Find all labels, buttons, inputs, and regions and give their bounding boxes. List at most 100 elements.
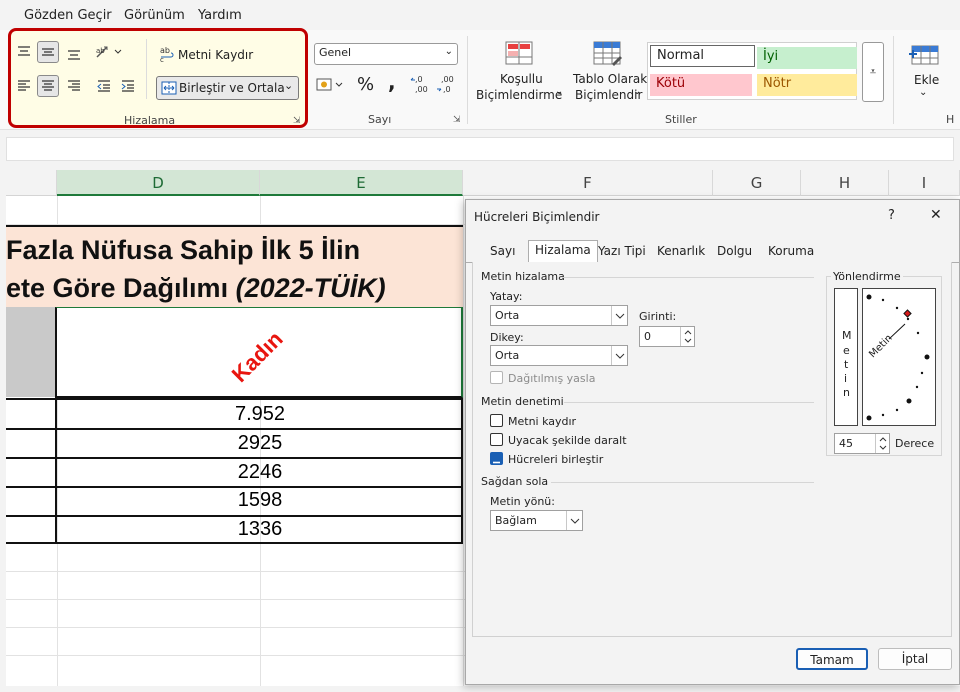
align-bottom-button[interactable] <box>63 43 85 65</box>
insert-button[interactable]: Ekle <box>914 73 939 87</box>
column-header-f[interactable]: F <box>463 170 713 196</box>
chevron-down-icon: ⌄ <box>555 86 564 97</box>
column-header-row: D E F G H I <box>6 170 960 196</box>
decrease-indent-button[interactable] <box>93 75 115 97</box>
shrink-to-fit-checkbox[interactable] <box>490 433 503 446</box>
table-title-cell[interactable]: Fazla Nüfusa Sahip İlk 5 İlin ete Göre D… <box>6 225 463 307</box>
close-icon[interactable]: ✕ <box>930 207 942 223</box>
column-header-e[interactable]: E <box>260 170 463 196</box>
distributed-checkbox[interactable] <box>490 371 503 384</box>
orientation-button[interactable]: ab <box>93 41 127 63</box>
indent-label: Girinti: <box>639 310 677 323</box>
decrease-decimal-button[interactable]: ,00,0 <box>436 74 458 94</box>
align-center-button[interactable] <box>37 75 59 97</box>
increase-indent-button[interactable] <box>117 75 139 97</box>
wrap-text-button[interactable]: Metni Kaydır <box>178 48 253 62</box>
dialog-launcher-icon[interactable]: ⇲ <box>293 116 303 126</box>
control-section-label: Metin denetimi <box>481 395 564 408</box>
conditional-formatting-label-1[interactable]: Koşullu <box>500 72 543 86</box>
header-kadin-text: Kadın <box>226 326 288 388</box>
table-row[interactable]: 1336 <box>57 518 463 541</box>
chevron-down-icon: ⌄ <box>444 46 453 57</box>
orientation-section-label: Yönlendirme <box>831 270 903 283</box>
more-icon: ⩡ <box>869 65 877 78</box>
accounting-format-button[interactable] <box>316 76 344 94</box>
table-row[interactable]: 7.952 <box>57 403 463 426</box>
style-good[interactable]: İyi <box>757 47 857 69</box>
column-header-c[interactable] <box>6 170 57 196</box>
ok-button[interactable]: Tamam <box>796 648 868 670</box>
formula-bar[interactable] <box>6 137 954 161</box>
chevron-down-icon: ⌄ <box>919 87 928 98</box>
column-header-i[interactable]: I <box>889 170 960 196</box>
merge-center-button[interactable]: Birleştir ve Ortala ⌄ <box>156 76 299 100</box>
indent-spinner[interactable]: 0 <box>639 326 695 347</box>
indent-value: 0 <box>644 330 651 343</box>
table-title-line2: ete Göre Dağılımı (2022-TÜİK) <box>6 273 386 304</box>
table-title-line1: Fazla Nüfusa Sahip İlk 5 İlin <box>6 235 361 265</box>
decrease-indent-icon <box>97 80 110 92</box>
conditional-formatting-label-2[interactable]: Biçimlendirme <box>476 88 562 102</box>
chevron-down-icon[interactable]: ⌄ <box>284 79 293 92</box>
tab-number[interactable]: Sayı <box>484 242 521 262</box>
cancel-button[interactable]: İptal <box>878 648 952 670</box>
style-neutral[interactable]: Nötr <box>757 74 857 96</box>
spinner-arrows-icon[interactable] <box>680 327 694 346</box>
table-row[interactable]: 2246 <box>57 461 463 484</box>
merge-cells-checkbox[interactable] <box>490 452 503 465</box>
comma-style-button[interactable]: , <box>388 70 396 94</box>
header-cell-kadin[interactable]: Kadın <box>55 307 463 398</box>
menu-review[interactable]: Gözden Geçir <box>24 8 112 23</box>
format-table-label-1[interactable]: Tablo Olarak <box>573 72 647 86</box>
header-cell-left[interactable] <box>6 307 57 397</box>
align-center-icon <box>42 80 54 91</box>
distributed-label: Dağıtılmış yasla <box>508 372 596 385</box>
cells-group-label: H <box>946 113 955 126</box>
style-normal[interactable]: Normal <box>650 45 755 67</box>
orientation-dial[interactable]: Metin <box>862 288 936 426</box>
horizontal-select[interactable]: Orta <box>490 305 628 326</box>
menu-view[interactable]: Görünüm <box>124 8 185 23</box>
increase-indent-icon <box>121 80 134 92</box>
tab-font[interactable]: Yazı Tipi <box>592 242 652 262</box>
menu-bar: Gözden Geçir Görünüm Yardım <box>0 0 960 30</box>
column-header-h[interactable]: H <box>801 170 889 196</box>
column-header-g[interactable]: G <box>713 170 801 196</box>
tab-alignment[interactable]: Hizalama <box>528 240 598 263</box>
merge-cells-label: Hücreleri birleştir <box>508 453 604 466</box>
dialog-launcher-icon[interactable]: ⇲ <box>453 115 463 125</box>
align-left-button[interactable] <box>13 75 35 97</box>
menu-help[interactable]: Yardım <box>198 8 242 23</box>
increase-decimal-button[interactable]: ,0,00 <box>410 74 432 94</box>
text-direction-select[interactable]: Bağlam <box>490 510 583 531</box>
align-bottom-icon <box>68 50 80 60</box>
styles-more-button[interactable]: ⩡ <box>862 42 884 102</box>
number-format-combo[interactable]: Genel ⌄ <box>314 43 458 65</box>
tab-protection[interactable]: Koruma <box>762 242 820 262</box>
degrees-spinner[interactable]: 45 <box>834 433 890 454</box>
help-button[interactable]: ? <box>888 208 895 223</box>
style-good-label: İyi <box>763 49 779 64</box>
horizontal-label: Yatay: <box>490 290 523 303</box>
align-middle-icon <box>42 48 54 56</box>
align-middle-button[interactable] <box>37 41 59 63</box>
percent-button[interactable]: % <box>357 74 374 95</box>
chevron-down-icon <box>566 511 582 530</box>
chevron-down-icon <box>611 306 627 325</box>
vertical-label: Dikey: <box>490 331 524 344</box>
wrap-text-checkbox[interactable] <box>490 414 503 427</box>
vertical-text-toggle[interactable]: M e t i n <box>834 288 858 426</box>
table-row[interactable]: 2925 <box>57 432 463 455</box>
table-row[interactable]: 1598 <box>57 489 463 512</box>
text-direction-label: Metin yönü: <box>490 495 555 508</box>
vertical-select[interactable]: Orta <box>490 345 628 366</box>
tab-border[interactable]: Kenarlık <box>651 242 711 262</box>
column-header-d[interactable]: D <box>57 170 260 196</box>
align-top-button[interactable] <box>13 41 35 63</box>
style-bad[interactable]: Kötü <box>650 74 752 96</box>
align-right-button[interactable] <box>63 75 85 97</box>
spinner-arrows-icon[interactable] <box>875 434 889 453</box>
vertical-letter: i <box>844 372 848 385</box>
tab-fill[interactable]: Dolgu <box>711 242 758 262</box>
alignment-group: ab ab c Metni Kaydır Birleştir ve Ortala … <box>8 28 308 128</box>
